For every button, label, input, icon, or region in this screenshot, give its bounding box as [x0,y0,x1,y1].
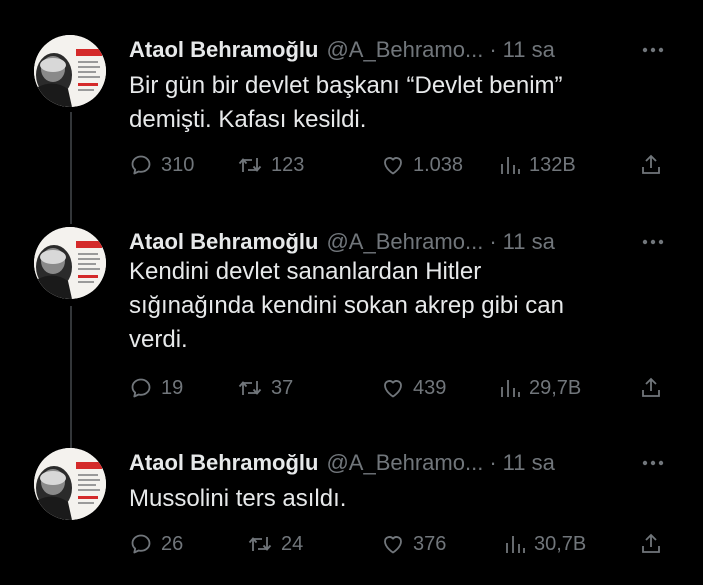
reply-count: 26 [161,532,184,555]
tweet-timestamp[interactable]: 11 sa [503,448,555,478]
bar-chart-icon [506,536,525,553]
separator-dot: · [489,37,497,62]
tweet-actions: 310 123 1.038 132B [129,150,674,180]
author-handle[interactable]: @A_Behramo... [326,448,483,478]
speech-bubble-icon [131,534,151,554]
heart-icon [384,157,402,175]
avatar-image [34,35,106,107]
retweet-count: 24 [281,532,304,555]
avatar-image [34,227,106,299]
like-count: 376 [413,532,447,555]
retweet-button[interactable]: 37 [237,373,293,403]
retweet-arrows-icon [238,381,262,395]
reply-button[interactable]: 26 [129,529,183,559]
ellipsis-icon [642,460,664,466]
tweet-text: Bir gün bir devlet başkanı “Devlet benim… [129,69,669,137]
tweet-text-line: Kendini devlet sananlardan Hitler [129,258,482,285]
author-name[interactable]: Ataol Behramoğlu [129,448,318,478]
tweet-actions: 26 24 376 30,7B [129,529,674,559]
retweet-button[interactable]: 24 [247,529,303,559]
more-options-button[interactable] [638,448,668,478]
author-avatar[interactable] [34,35,106,107]
like-count: 1.038 [413,153,464,176]
thread-connector [70,306,72,452]
tweet-text: Mussolini ters asıldı. [129,482,669,516]
tweet-timestamp[interactable]: 11 sa [503,35,555,65]
speech-bubble-icon [131,155,151,175]
tweet-timestamp[interactable]: 11 sa [503,227,555,257]
tweet-header: Ataol Behramoğlu @A_Behramo... · 11 sa [129,35,689,65]
bar-chart-icon [501,157,520,174]
tweet-text: Kendini devlet sananlardan Hitler sığına… [129,255,669,357]
author-avatar[interactable] [34,227,106,299]
retweet-button[interactable]: 123 [237,150,304,180]
share-upload-icon [642,154,660,174]
share-upload-icon [642,377,660,397]
tweet-header: Ataol Behramoğlu @A_Behramo... · 11 sa [129,448,689,478]
like-button[interactable]: 1.038 [381,150,463,180]
tweet-header: Ataol Behramoğlu @A_Behramo... · 11 sa [129,227,689,257]
ellipsis-icon [642,239,664,245]
author-handle[interactable]: @A_Behramo... [326,227,483,257]
ellipsis-icon [642,47,664,53]
tweet-text-line: verdi. [129,326,188,353]
thread-connector [70,112,72,224]
views-button[interactable]: 132B [499,150,576,180]
reply-button[interactable]: 19 [129,373,183,403]
retweet-count: 37 [271,376,294,399]
heart-icon [384,380,402,398]
like-count: 439 [413,376,447,399]
reply-button[interactable]: 310 [129,150,194,180]
views-count: 132B [529,153,576,176]
author-avatar[interactable] [34,448,106,520]
tweet-text-line: Bir gün bir devlet başkanı “Devlet benim… [129,72,563,99]
views-button[interactable]: 29,7B [499,373,581,403]
tweet-text-line: sığınağında kendini sokan akrep gibi can [129,292,564,319]
speech-bubble-icon [131,378,151,398]
retweet-arrows-icon [248,537,272,551]
retweet-count: 123 [271,153,305,176]
author-name[interactable]: Ataol Behramoğlu [129,227,318,257]
views-button[interactable]: 30,7B [504,529,586,559]
heart-icon [384,536,402,554]
share-button[interactable] [639,529,663,559]
reply-count: 19 [161,376,184,399]
separator-dot: · [489,450,497,475]
avatar-image [34,448,106,520]
like-button[interactable]: 439 [381,373,446,403]
author-name[interactable]: Ataol Behramoğlu [129,35,318,65]
like-button[interactable]: 376 [381,529,446,559]
share-button[interactable] [639,373,663,403]
author-handle[interactable]: @A_Behramo... [326,35,483,65]
share-upload-icon [642,533,660,553]
views-count: 29,7B [529,376,582,399]
separator-dot: · [489,229,497,254]
tweet-text-line: Mussolini ters asıldı. [129,485,347,512]
reply-count: 310 [161,153,195,176]
retweet-arrows-icon [238,158,262,172]
tweet-actions: 19 37 439 29,7B [129,373,674,403]
bar-chart-icon [501,380,520,397]
more-options-button[interactable] [638,227,668,257]
share-button[interactable] [639,150,663,180]
tweet-text-line: demişti. Kafası kesildi. [129,106,367,133]
views-count: 30,7B [534,532,587,555]
more-options-button[interactable] [638,35,668,65]
